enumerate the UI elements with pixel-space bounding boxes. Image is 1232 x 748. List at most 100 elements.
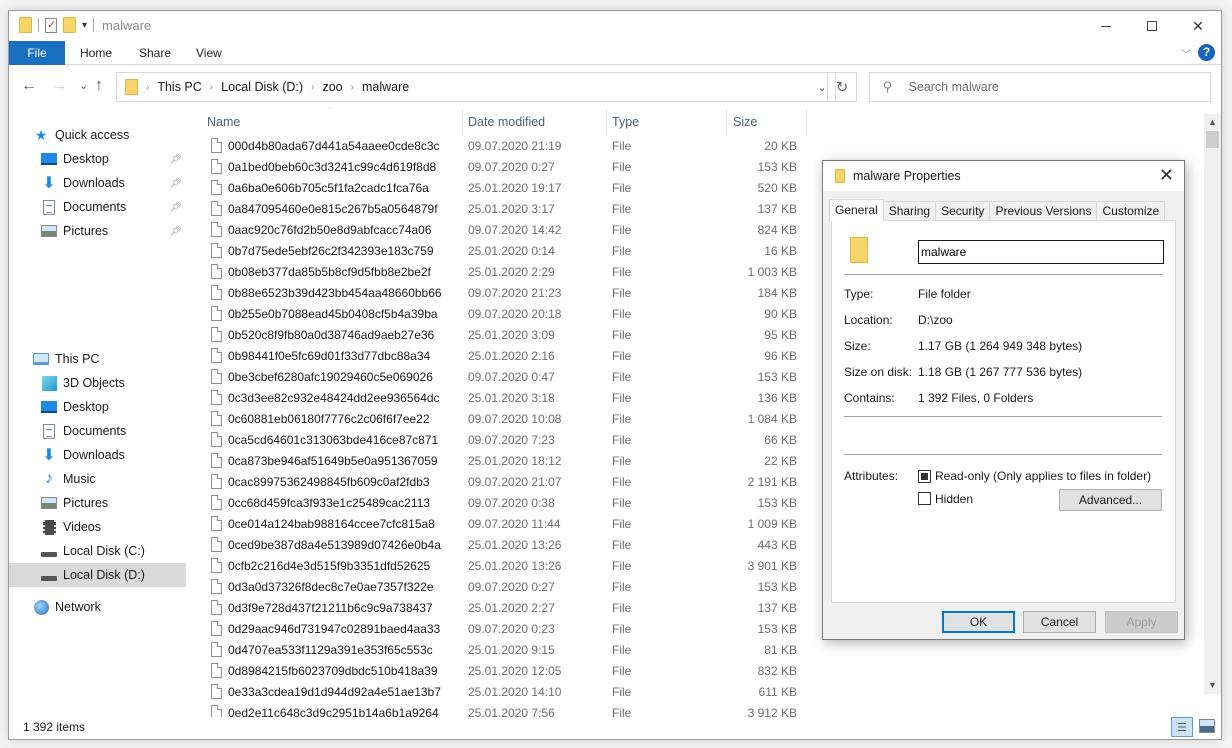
breadcrumb-malware[interactable]: malware	[362, 80, 409, 94]
recent-locations-button[interactable]: ⌄	[79, 79, 88, 92]
search-input[interactable]	[906, 79, 1187, 95]
tab-view[interactable]: View	[196, 41, 222, 65]
sidebar-item-downloads[interactable]: ⬇ Downloads 📌︎	[9, 171, 186, 195]
file-row[interactable]: 0ca5cd64601c313063bde416ce87c871 09.07.20…	[189, 429, 809, 450]
column-header-name[interactable]: Name	[207, 107, 457, 137]
hidden-checkbox[interactable]	[918, 492, 931, 505]
breadcrumb-separator-icon[interactable]: ›	[311, 82, 314, 93]
file-row[interactable]: 0ce014a124bab988164ccee7cfc815a8 09.07.20…	[189, 513, 809, 534]
tab-previous-versions[interactable]: Previous Versions	[989, 201, 1098, 221]
file-row[interactable]: 0cc68d459fca3f933e1c25489cac2113 09.07.20…	[189, 492, 809, 513]
file-row[interactable]: 0c3d3ee82c932e48424dd2ee936564dc 25.01.20…	[189, 387, 809, 408]
apply-button[interactable]: Apply	[1105, 611, 1178, 633]
readonly-label[interactable]: Read-only (Only applies to files in fold…	[935, 469, 1151, 483]
column-header-type[interactable]: Type	[612, 107, 722, 137]
expand-ribbon-icon[interactable]: ﹀	[1181, 46, 1191, 61]
file-row[interactable]: 0d29aac946d731947c02891baed4aa33 09.07.20…	[189, 618, 809, 639]
tab-security[interactable]: Security	[935, 201, 991, 221]
file-row[interactable]: 0d4707ea533f1129a391e353f65c553c 25.01.20…	[189, 639, 809, 660]
breadcrumb-local-disk-d[interactable]: Local Disk (D:)	[221, 80, 303, 94]
hidden-label[interactable]: Hidden	[935, 492, 973, 506]
address-bar[interactable]: › This PC › Local Disk (D:) › zoo › malw…	[116, 72, 836, 102]
file-row[interactable]: 0cfb2c216d4e3d515f9b3351dfd52625 25.01.20…	[189, 555, 809, 576]
sidebar-item-downloads[interactable]: ⬇ Downloads	[9, 443, 186, 467]
file-row[interactable]: 0a847095460e0e815c267b5a0564879f 25.01.20…	[189, 198, 809, 219]
sidebar-item-documents[interactable]: Documents	[9, 419, 186, 443]
advanced-button[interactable]: Advanced...	[1059, 489, 1162, 511]
pin-icon[interactable]: 📌︎	[169, 154, 182, 165]
file-row[interactable]: 0b520c8f9fb80a0d38746ad9aeb27e36 25.01.20…	[189, 324, 809, 345]
cancel-button[interactable]: Cancel	[1023, 611, 1096, 633]
details-view-icon[interactable]: ☰	[1171, 717, 1193, 737]
scroll-thumb[interactable]	[1206, 131, 1219, 148]
file-row[interactable]: 0e33a3cdea19d1d944d92a4e51ae13b7 25.01.20…	[189, 681, 809, 702]
sidebar-item-music[interactable]: ♪ Music	[9, 467, 186, 491]
file-row[interactable]: 000d4b80ada67d441a54aaee0cde8c3c 09.07.20…	[189, 135, 809, 156]
folder-name-field[interactable]	[918, 240, 1164, 264]
sidebar-item-pictures[interactable]: Pictures 📌︎	[9, 219, 186, 243]
column-divider[interactable]	[726, 109, 727, 135]
sidebar-item-local-disk-c[interactable]: Local Disk (C:)	[9, 539, 186, 563]
column-header-size[interactable]: Size	[733, 107, 803, 137]
help-icon[interactable]: ?	[1198, 44, 1215, 61]
refresh-button[interactable]: ↻	[827, 72, 857, 102]
column-divider[interactable]	[806, 109, 807, 135]
search-box[interactable]: ⚲	[869, 72, 1211, 102]
sidebar-item-3d-objects[interactable]: 3D Objects	[9, 371, 186, 395]
file-row[interactable]: 0b88e6523b39d423bb454aa48660bb66 09.07.20…	[189, 282, 809, 303]
column-divider[interactable]	[462, 109, 463, 135]
file-row[interactable]: 0b7d75ede5ebf26c2f342393e183c759 25.01.20…	[189, 240, 809, 261]
dialog-close-icon[interactable]: ✕	[1159, 165, 1174, 186]
tab-home[interactable]: Home	[80, 41, 112, 65]
large-icons-view-icon[interactable]	[1199, 719, 1215, 733]
up-button[interactable]: ↑	[95, 77, 103, 95]
pin-icon[interactable]: 📌︎	[169, 226, 182, 237]
tab-customize[interactable]: Customize	[1096, 201, 1166, 221]
file-row[interactable]: 0a1bed0beb60c3d3241c99c4d619f8d8 09.07.20…	[189, 156, 809, 177]
breadcrumb-separator-icon[interactable]: ›	[146, 82, 149, 93]
sidebar-item-desktop[interactable]: Desktop	[9, 395, 186, 419]
scroll-down-icon[interactable]: ▼	[1204, 677, 1221, 694]
vertical-scrollbar[interactable]: ▲ ▼	[1204, 114, 1221, 694]
column-header-date-modified[interactable]: Date modified	[468, 107, 608, 137]
maximize-button[interactable]	[1129, 11, 1175, 41]
back-button[interactable]: ←	[21, 77, 37, 95]
sidebar-item-quick-access[interactable]: ★ Quick access	[9, 123, 186, 147]
file-row[interactable]: 0ca873be946af51649b5e0a951367059 25.01.20…	[189, 450, 809, 471]
sidebar-item-network[interactable]: Network	[9, 595, 186, 619]
new-folder-icon[interactable]	[63, 17, 76, 33]
sidebar-item-documents[interactable]: Documents 📌︎	[9, 195, 186, 219]
file-row[interactable]: 0d8984215fb6023709dbdc510b418a39 25.01.20…	[189, 660, 809, 681]
pin-icon[interactable]: 📌︎	[169, 202, 182, 213]
breadcrumb-separator-icon[interactable]: ›	[351, 82, 354, 93]
tab-share[interactable]: Share	[139, 41, 171, 65]
minimize-button[interactable]	[1083, 11, 1129, 41]
tab-general[interactable]: General	[829, 199, 884, 221]
breadcrumb-zoo[interactable]: zoo	[322, 80, 342, 94]
pin-icon[interactable]: 📌︎	[169, 178, 182, 189]
file-row[interactable]: 0c60881eb06180f7776c2c06f6f7ee22 09.07.20…	[189, 408, 809, 429]
scroll-up-icon[interactable]: ▲	[1204, 114, 1221, 131]
column-divider[interactable]	[606, 109, 607, 135]
file-row[interactable]: 0b255e0b7088ead45b0408cf5b4a39ba 09.07.20…	[189, 303, 809, 324]
ok-button[interactable]: OK	[942, 611, 1015, 633]
file-row[interactable]: 0cac89975362498845fb609c0af2fdb3 09.07.20…	[189, 471, 809, 492]
file-row[interactable]: 0a6ba0e606b705c5f1fa2cadc1fca76a 25.01.20…	[189, 177, 809, 198]
sidebar-item-pictures[interactable]: Pictures	[9, 491, 186, 515]
file-row[interactable]: 0b08eb377da85b5b8cf9d5fbb8e2be2f 25.01.20…	[189, 261, 809, 282]
file-row[interactable]: 0aac920c76fd2b50e8d9abfcacc74a06 09.07.20…	[189, 219, 809, 240]
file-row[interactable]: 0b98441f0e5fc69d01f33d77dbc88a34 25.01.20…	[189, 345, 809, 366]
close-button[interactable]: ✕	[1175, 11, 1221, 41]
file-row[interactable]: 0d3f9e728d437f21211b6c9c9a738437 25.01.20…	[189, 597, 809, 618]
sidebar-item-desktop[interactable]: Desktop 📌︎	[9, 147, 186, 171]
forward-button[interactable]: →	[51, 77, 67, 95]
properties-icon[interactable]	[45, 17, 57, 33]
readonly-checkbox[interactable]	[918, 470, 931, 483]
breadcrumb-separator-icon[interactable]: ›	[210, 82, 213, 93]
file-row[interactable]: 0d3a0d37326f8dec8c7e0ae7357f322e 09.07.20…	[189, 576, 809, 597]
tab-file[interactable]: File	[9, 41, 65, 65]
sidebar-item-local-disk-d[interactable]: Local Disk (D:)	[9, 563, 186, 587]
file-row[interactable]: 0ced9be387d8a4e513989d07426e0b4a 25.01.20…	[189, 534, 809, 555]
breadcrumb-this-pc[interactable]: This PC	[157, 80, 201, 94]
sidebar-item-this-pc[interactable]: This PC	[9, 347, 186, 371]
